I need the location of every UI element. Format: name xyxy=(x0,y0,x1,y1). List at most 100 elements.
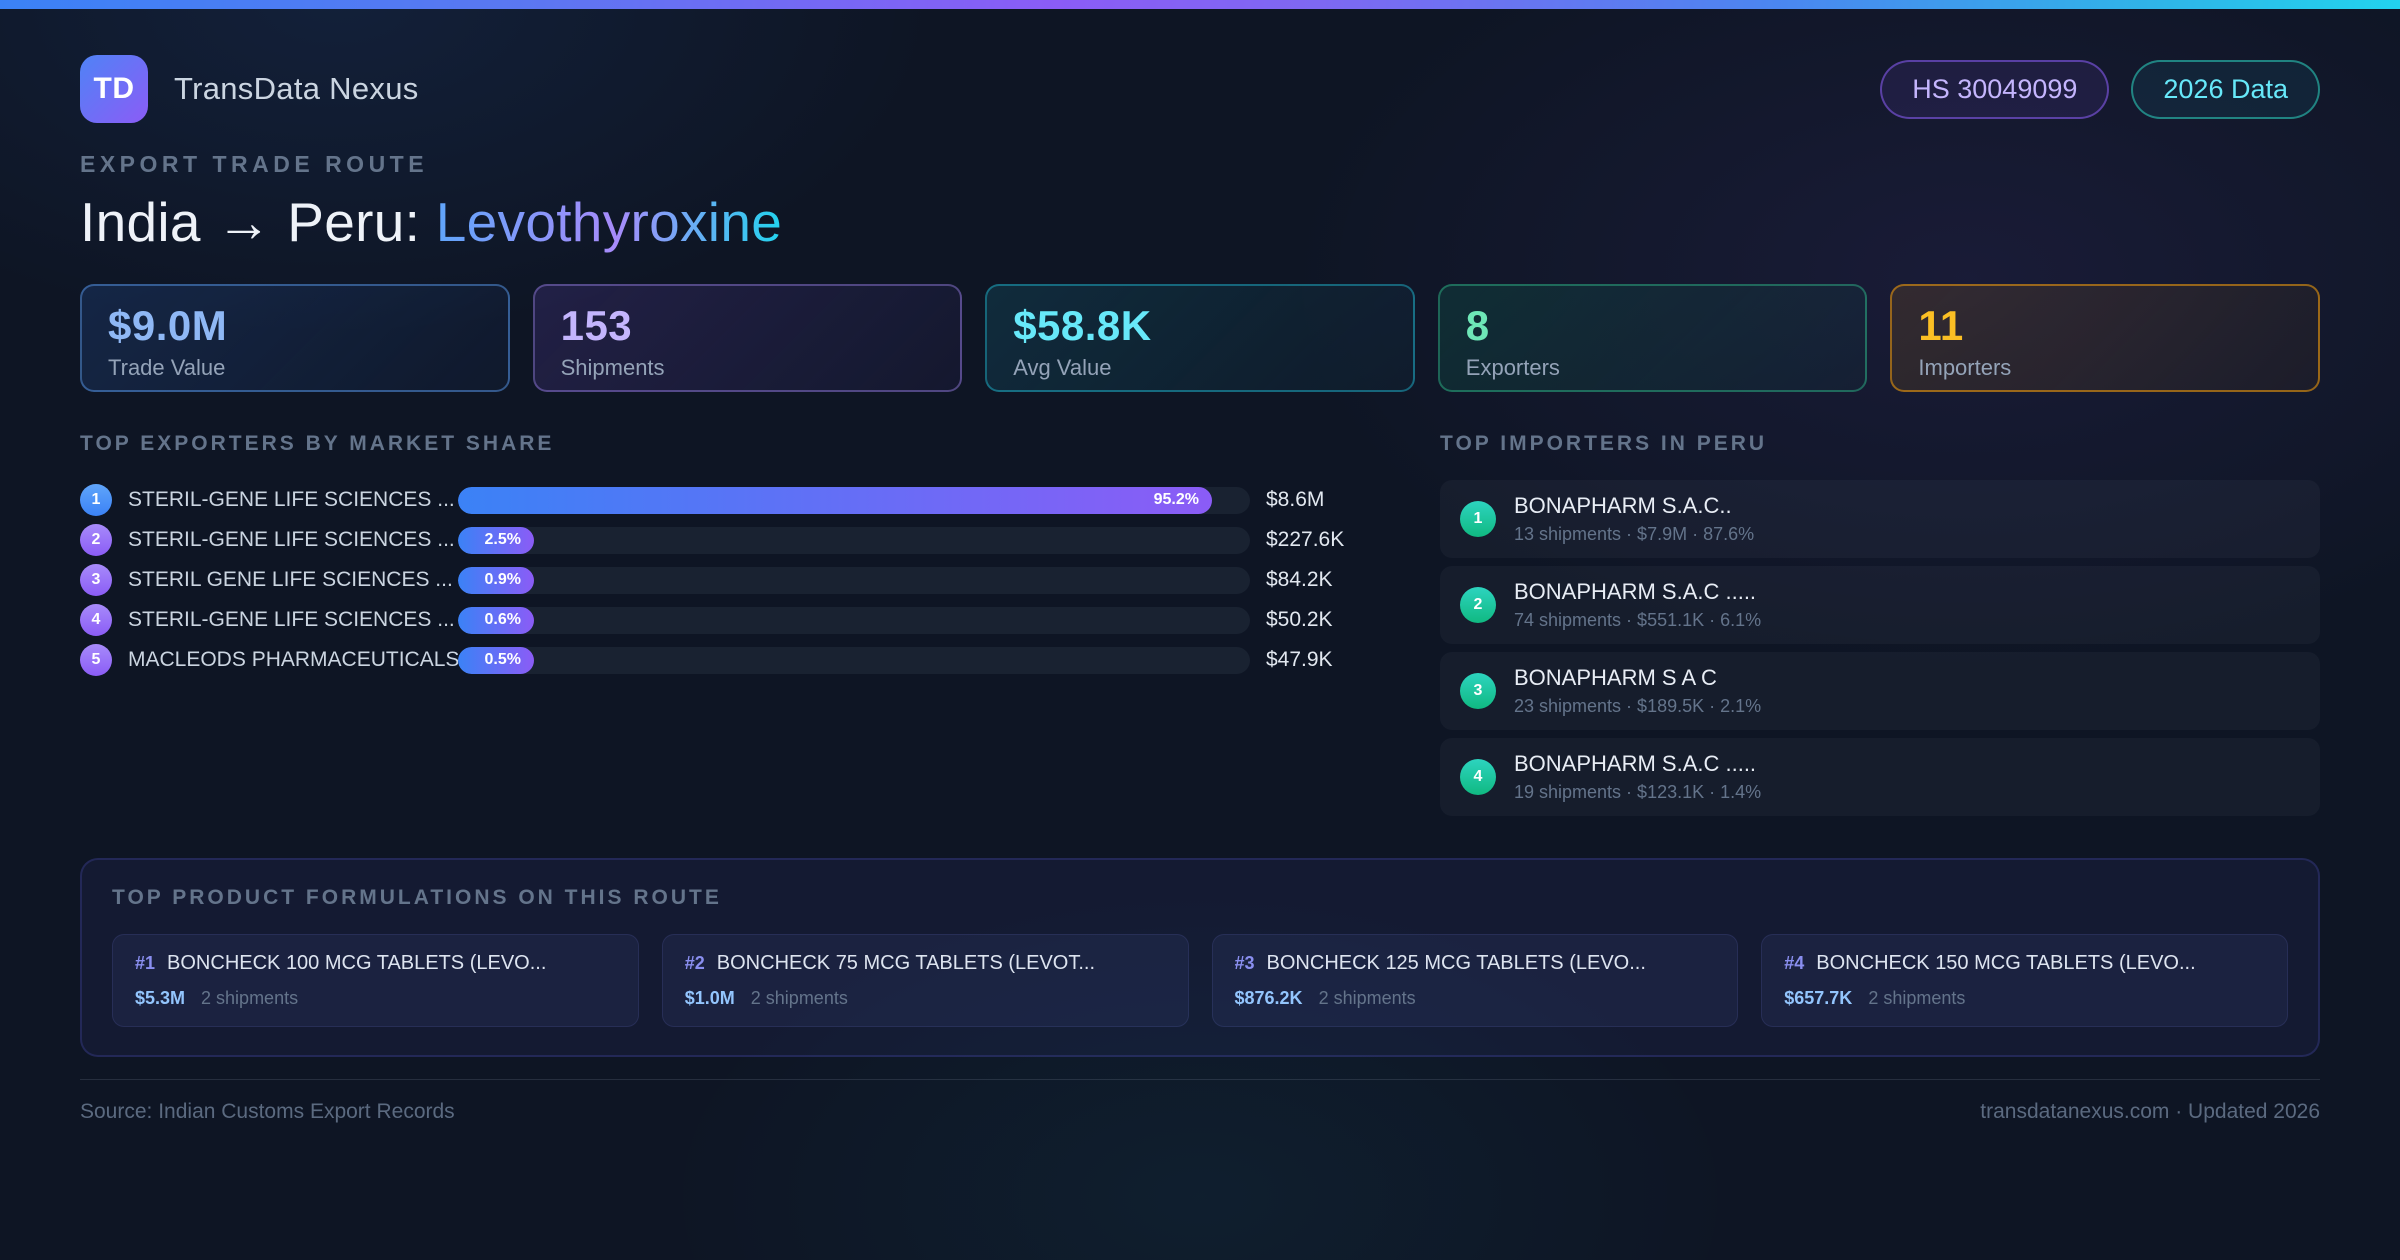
formulation-shipments: 2 shipments xyxy=(1868,988,1966,1008)
formulation-shipments: 2 shipments xyxy=(750,988,848,1008)
exporter-name: MACLEODS PHARMACEUTICALS LTD xyxy=(128,648,458,671)
formulation-name: BONCHECK 100 MCG TABLETS (LEVO... xyxy=(167,952,547,974)
importer-card[interactable]: 4 BONAPHARM S.A.C ..... 19 shipments · $… xyxy=(1440,738,2320,816)
rank-badge: 1 xyxy=(1460,501,1496,537)
market-share-track: 0.5% xyxy=(458,646,1250,674)
rank-badge: 2 xyxy=(80,524,112,556)
rank-badge: 3 xyxy=(80,564,112,596)
exporter-row[interactable]: 2 STERIL-GENE LIFE SCIENCES ... 2.5% $22… xyxy=(80,520,1370,560)
lists-section: TOP EXPORTERS BY MARKET SHARE 1 STERIL-G… xyxy=(80,432,2320,816)
rank-badge: 5 xyxy=(80,644,112,676)
formulation-value: $657.7K xyxy=(1784,988,1853,1008)
market-share-track: 95.2% xyxy=(458,486,1250,514)
exporters-list: 1 STERIL-GENE LIFE SCIENCES ... 95.2% $8… xyxy=(80,480,1370,680)
app-logo[interactable]: TD xyxy=(80,55,148,123)
exporter-value: $227.6K xyxy=(1266,528,1345,551)
rank-badge: 4 xyxy=(1460,759,1496,795)
share-percent-label: 95.2% xyxy=(1153,491,1199,508)
formulation-value: $876.2K xyxy=(1234,988,1303,1008)
formulation-meta-row: $1.0M 2 shipments xyxy=(685,988,1166,1009)
exporters-panel: TOP EXPORTERS BY MARKET SHARE 1 STERIL-G… xyxy=(80,432,1370,680)
formulation-title-row: #1 BONCHECK 100 MCG TABLETS (LEVO... xyxy=(135,952,616,975)
formulation-card[interactable]: #3 BONCHECK 125 MCG TABLETS (LEVO... $87… xyxy=(1211,934,1739,1027)
share-percent-label: 0.5% xyxy=(484,651,521,668)
importer-name: BONAPHARM S A C xyxy=(1514,665,1717,690)
stat-label: Importers xyxy=(1918,355,2012,380)
formulation-card[interactable]: #4 BONCHECK 150 MCG TABLETS (LEVO... $65… xyxy=(1761,934,2288,1027)
formulation-meta-row: $876.2K 2 shipments xyxy=(1235,988,1716,1009)
formulation-value: $5.3M xyxy=(135,988,186,1008)
importer-details: 13 shipments · $7.9M · 87.6% xyxy=(1514,524,1755,544)
stat-label: Trade Value xyxy=(108,355,226,380)
importer-details: 19 shipments · $123.1K · 1.4% xyxy=(1514,782,1762,802)
market-share-bar: 0.6% xyxy=(458,606,534,634)
exporter-value: $8.6M xyxy=(1266,488,1325,511)
stat-card-shipments[interactable]: 153 Shipments xyxy=(532,284,963,392)
rank-badge: 2 xyxy=(1460,587,1496,623)
market-share-bar: 95.2% xyxy=(458,486,1212,514)
route-title: India → Peru: xyxy=(80,191,436,253)
importers-heading: TOP IMPORTERS IN PERU xyxy=(1440,432,1768,455)
formulation-meta-row: $657.7K 2 shipments xyxy=(1784,988,2265,1009)
stat-card-exporters[interactable]: 8 Exporters xyxy=(1437,284,1868,392)
formulations-heading: TOP PRODUCT FORMULATIONS ON THIS ROUTE xyxy=(112,886,722,909)
exporter-name: STERIL-GENE LIFE SCIENCES ... xyxy=(128,528,455,551)
importer-card[interactable]: 3 BONAPHARM S A C 23 shipments · $189.5K… xyxy=(1440,652,2320,730)
importer-details: 23 shipments · $189.5K · 2.1% xyxy=(1514,696,1762,716)
formulation-title-row: #4 BONCHECK 150 MCG TABLETS (LEVO... xyxy=(1784,952,2265,975)
market-share-track: 0.6% xyxy=(458,606,1250,634)
importers-list: 1 BONAPHARM S.A.C.. 13 shipments · $7.9M… xyxy=(1440,480,2320,816)
formulation-rank: #3 xyxy=(1234,953,1255,973)
product-title: Levothyroxine xyxy=(435,191,783,253)
stat-label: Exporters xyxy=(1465,355,1560,380)
stat-value: $9.0M xyxy=(108,302,228,349)
stat-label: Shipments xyxy=(560,355,665,380)
top-accent-bar xyxy=(0,0,2400,9)
page-title: India → Peru: Levothyroxine xyxy=(80,190,2320,254)
formulation-shipments: 2 shipments xyxy=(1318,988,1416,1008)
market-share-bar: 2.5% xyxy=(458,526,534,554)
importer-card[interactable]: 1 BONAPHARM S.A.C.. 13 shipments · $7.9M… xyxy=(1440,480,2320,558)
market-share-bar: 0.9% xyxy=(458,566,534,594)
importer-text: BONAPHARM S A C 23 shipments · $189.5K ·… xyxy=(1514,665,1761,717)
exporter-name: STERIL-GENE LIFE SCIENCES ... xyxy=(128,608,455,631)
exporter-value: $84.2K xyxy=(1266,568,1333,591)
importer-name: BONAPHARM S.A.C ..... xyxy=(1514,579,1757,604)
stat-card-avg-value[interactable]: $58.8K Avg Value xyxy=(985,284,1415,392)
exporter-row[interactable]: 4 STERIL-GENE LIFE SCIENCES ... 0.6% $50… xyxy=(80,600,1370,640)
formulation-card[interactable]: #1 BONCHECK 100 MCG TABLETS (LEVO... $5.… xyxy=(112,934,639,1027)
exporter-row[interactable]: 3 STERIL GENE LIFE SCIENCES ... 0.9% $84… xyxy=(80,560,1370,600)
stat-card-trade-value[interactable]: $9.0M Trade Value xyxy=(80,284,510,392)
importer-details: 74 shipments · $551.1K · 6.1% xyxy=(1514,610,1762,630)
app-name: TransData Nexus xyxy=(174,71,419,106)
data-year-badge[interactable]: 2026 Data xyxy=(2131,59,2320,119)
share-percent-label: 0.6% xyxy=(484,611,521,628)
formulation-title-row: #2 BONCHECK 75 MCG TABLETS (LEVOT... xyxy=(685,952,1166,975)
exporters-heading: TOP EXPORTERS BY MARKET SHARE xyxy=(80,432,555,455)
formulation-rank: #4 xyxy=(1784,953,1805,973)
formulation-name: BONCHECK 150 MCG TABLETS (LEVO... xyxy=(1816,952,2196,974)
source-note: Source: Indian Customs Export Records xyxy=(80,1100,455,1123)
app-logo-text: TD xyxy=(93,72,135,105)
formulation-rank: #1 xyxy=(135,953,156,973)
hs-code-badge[interactable]: HS 30049099 xyxy=(1880,59,2110,119)
exporter-row[interactable]: 5 MACLEODS PHARMACEUTICALS LTD 0.5% $47.… xyxy=(80,640,1370,680)
formulation-rank: #2 xyxy=(684,953,705,973)
importer-name: BONAPHARM S.A.C.. xyxy=(1514,493,1732,518)
exporter-name: STERIL GENE LIFE SCIENCES ... xyxy=(128,568,453,591)
stat-value: 8 xyxy=(1465,302,1490,349)
formulation-shipments: 2 shipments xyxy=(201,988,299,1008)
formulation-card[interactable]: #2 BONCHECK 75 MCG TABLETS (LEVOT... $1.… xyxy=(661,934,1189,1027)
formulation-value: $1.0M xyxy=(684,988,735,1008)
page-container: TD TransData Nexus HS 30049099 2026 Data… xyxy=(80,55,2320,1124)
exporter-row[interactable]: 1 STERIL-GENE LIFE SCIENCES ... 95.2% $8… xyxy=(80,480,1370,520)
importer-text: BONAPHARM S.A.C.. 13 shipments · $7.9M ·… xyxy=(1514,493,1754,545)
market-share-track: 0.9% xyxy=(458,566,1250,594)
stat-card-importers[interactable]: 11 Importers xyxy=(1890,284,2320,392)
stat-label: Avg Value xyxy=(1013,355,1112,380)
stat-value: $58.8K xyxy=(1013,302,1152,349)
market-share-track: 2.5% xyxy=(458,526,1250,554)
rank-badge: 4 xyxy=(80,604,112,636)
share-percent-label: 0.9% xyxy=(484,571,521,588)
importer-card[interactable]: 2 BONAPHARM S.A.C ..... 74 shipments · $… xyxy=(1440,566,2320,644)
